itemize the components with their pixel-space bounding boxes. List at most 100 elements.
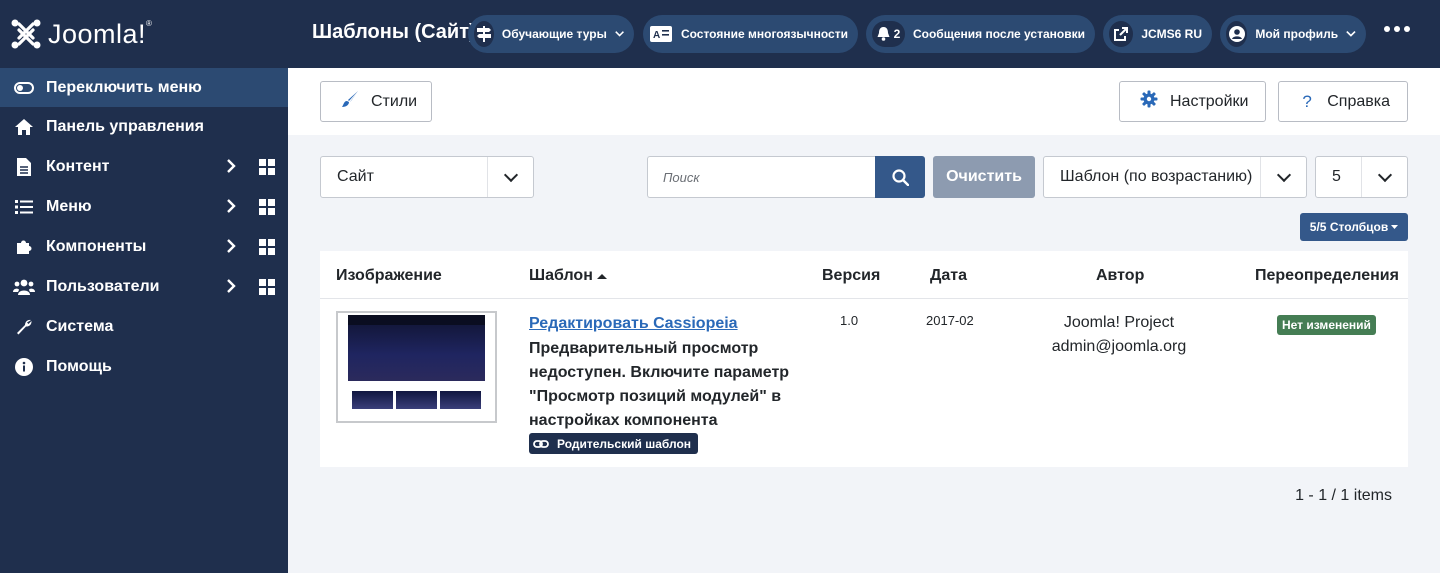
- view-site-label: JCMS6 RU: [1141, 27, 1202, 41]
- columns-label: 5/5 Столбцов: [1309, 220, 1389, 234]
- dashboard-grid-icon[interactable]: [259, 239, 275, 255]
- toolbar: Стили Настройки ? Справка: [288, 68, 1440, 135]
- sort-select-value: Шаблон (по возрастанию): [1060, 168, 1253, 185]
- guided-tours-button[interactable]: Обучающие туры: [468, 15, 634, 53]
- sidebar: Joomla!® Переключить меню Панель управле…: [0, 0, 288, 573]
- preview-unavailable-text: Предварительный просмотр недоступен. Вкл…: [529, 340, 790, 429]
- wrench-icon: [13, 318, 35, 336]
- language-icon: A: [649, 21, 673, 47]
- help-label: Справка: [1327, 92, 1390, 110]
- parent-template-badge: Родительский шаблон: [529, 433, 699, 454]
- column-header-template-label: Шаблон: [529, 267, 593, 284]
- limit-select[interactable]: 5: [1315, 156, 1408, 198]
- author-name: Joomla! Project: [1063, 314, 1175, 331]
- toggle-menu-button[interactable]: Переключить меню: [0, 68, 288, 107]
- sidebar-item-components[interactable]: Компоненты: [0, 227, 288, 267]
- sidebar-item-help[interactable]: Помощь: [0, 347, 288, 387]
- list-icon: [13, 199, 35, 215]
- file-icon: [13, 158, 35, 176]
- external-link-icon: [1109, 21, 1134, 47]
- search-icon: [891, 168, 909, 186]
- signpost-icon: [474, 21, 494, 47]
- page-title: Шаблоны (Сайт): [304, 21, 474, 44]
- view-site-button[interactable]: JCMS6 RU: [1103, 15, 1212, 53]
- top-header: Шаблоны (Сайт) Обучающие туры A Состояни…: [288, 0, 1440, 68]
- chevron-right-icon[interactable]: [226, 158, 236, 179]
- sidebar-item-label: Панель управления: [46, 118, 204, 135]
- chevron-right-icon[interactable]: [226, 198, 236, 219]
- sidebar-item-users[interactable]: Пользователи: [0, 267, 288, 307]
- sidebar-item-label: Контент: [46, 158, 110, 175]
- overrides-status-badge: Нет изменений: [1277, 315, 1376, 335]
- client-select-value: Сайт: [337, 168, 374, 185]
- dashboard-grid-icon[interactable]: [259, 159, 275, 175]
- column-header-template[interactable]: Шаблон: [529, 267, 607, 285]
- sidebar-item-content[interactable]: Контент: [0, 147, 288, 187]
- user-profile-label: Мой профиль: [1255, 27, 1339, 41]
- client-select[interactable]: Сайт: [320, 156, 534, 198]
- dashboard-grid-icon[interactable]: [259, 199, 275, 215]
- chevron-down-icon: [1346, 30, 1356, 37]
- chevron-right-icon[interactable]: [226, 238, 236, 259]
- pagination-info: 1 - 1 / 1 items: [1295, 487, 1392, 504]
- chevron-down-icon: [1260, 157, 1306, 197]
- column-header-version: Версия: [822, 267, 881, 284]
- more-options-icon[interactable]: [1384, 26, 1410, 32]
- parent-template-label: Родительский шаблон: [557, 436, 692, 451]
- options-button[interactable]: Настройки: [1119, 81, 1266, 122]
- search-input[interactable]: Поиск: [647, 156, 876, 198]
- author-email: admin@joomla.org: [1051, 338, 1187, 355]
- template-date: 2017-02: [926, 313, 974, 328]
- sidebar-nav: Панель управления Контент Меню Компонент…: [0, 107, 288, 387]
- joomla-logo-icon: [11, 19, 41, 49]
- template-author: Joomla! Project admin@joomla.org: [1020, 311, 1218, 359]
- gear-icon: [1140, 90, 1158, 113]
- templates-table: Изображение Шаблон Версия Дата Автор Пер…: [320, 251, 1408, 467]
- toggle-icon: [14, 81, 34, 94]
- link-icon: [533, 439, 549, 448]
- toggle-menu-label: Переключить меню: [46, 78, 202, 96]
- joomla-logo[interactable]: Joomla!®: [0, 0, 288, 68]
- user-profile-button[interactable]: Мой профиль: [1220, 15, 1366, 53]
- home-icon: [13, 118, 35, 136]
- search-button[interactable]: [875, 156, 925, 198]
- post-install-messages-button[interactable]: 2 Сообщения после установки: [866, 15, 1095, 53]
- sidebar-item-label: Меню: [46, 198, 92, 215]
- sort-asc-icon: [596, 273, 607, 279]
- sidebar-item-label: Помощь: [46, 358, 112, 375]
- sidebar-item-system[interactable]: Система: [0, 307, 288, 347]
- guided-tours-label: Обучающие туры: [501, 27, 607, 41]
- column-header-image: Изображение: [336, 267, 442, 284]
- svg-text:A: A: [653, 30, 660, 41]
- header-divider: [320, 298, 1408, 299]
- column-header-date: Дата: [930, 267, 968, 284]
- page-title-text: Шаблоны (Сайт): [312, 21, 474, 43]
- chevron-down-icon: [1361, 157, 1407, 197]
- dashboard-grid-icon[interactable]: [259, 279, 275, 295]
- columns-dropdown-button[interactable]: 5/5 Столбцов: [1300, 213, 1408, 241]
- column-header-overrides: Переопределения: [1255, 267, 1399, 284]
- edit-template-link[interactable]: Редактировать Cassiopeia: [529, 315, 738, 333]
- chevron-down-icon: [615, 31, 624, 37]
- clear-button[interactable]: Очистить: [933, 156, 1035, 198]
- help-button[interactable]: ? Справка: [1278, 81, 1408, 122]
- limit-select-value: 5: [1332, 168, 1341, 185]
- multilanguage-status-button[interactable]: A Состояние многоязычности: [643, 15, 858, 53]
- search-placeholder: Поиск: [663, 169, 700, 185]
- chevron-down-icon: [487, 157, 533, 197]
- sort-select[interactable]: Шаблон (по возрастанию): [1043, 156, 1307, 198]
- template-thumbnail[interactable]: [336, 311, 497, 423]
- sidebar-item-label: Компоненты: [46, 238, 147, 255]
- sidebar-item-label: Пользователи: [46, 278, 160, 295]
- notifications-counter: 2: [872, 21, 905, 47]
- post-install-messages-label: Сообщения после установки: [912, 27, 1085, 41]
- sidebar-item-menus[interactable]: Меню: [0, 187, 288, 227]
- sidebar-item-dashboard[interactable]: Панель управления: [0, 107, 288, 147]
- logo-text: Joomla!®: [48, 18, 153, 49]
- chevron-right-icon[interactable]: [226, 278, 236, 299]
- info-icon: [13, 358, 35, 376]
- styles-button[interactable]: Стили: [320, 81, 432, 122]
- column-header-author: Автор: [1096, 267, 1145, 284]
- user-icon: [1226, 21, 1248, 47]
- brush-icon: [341, 90, 359, 113]
